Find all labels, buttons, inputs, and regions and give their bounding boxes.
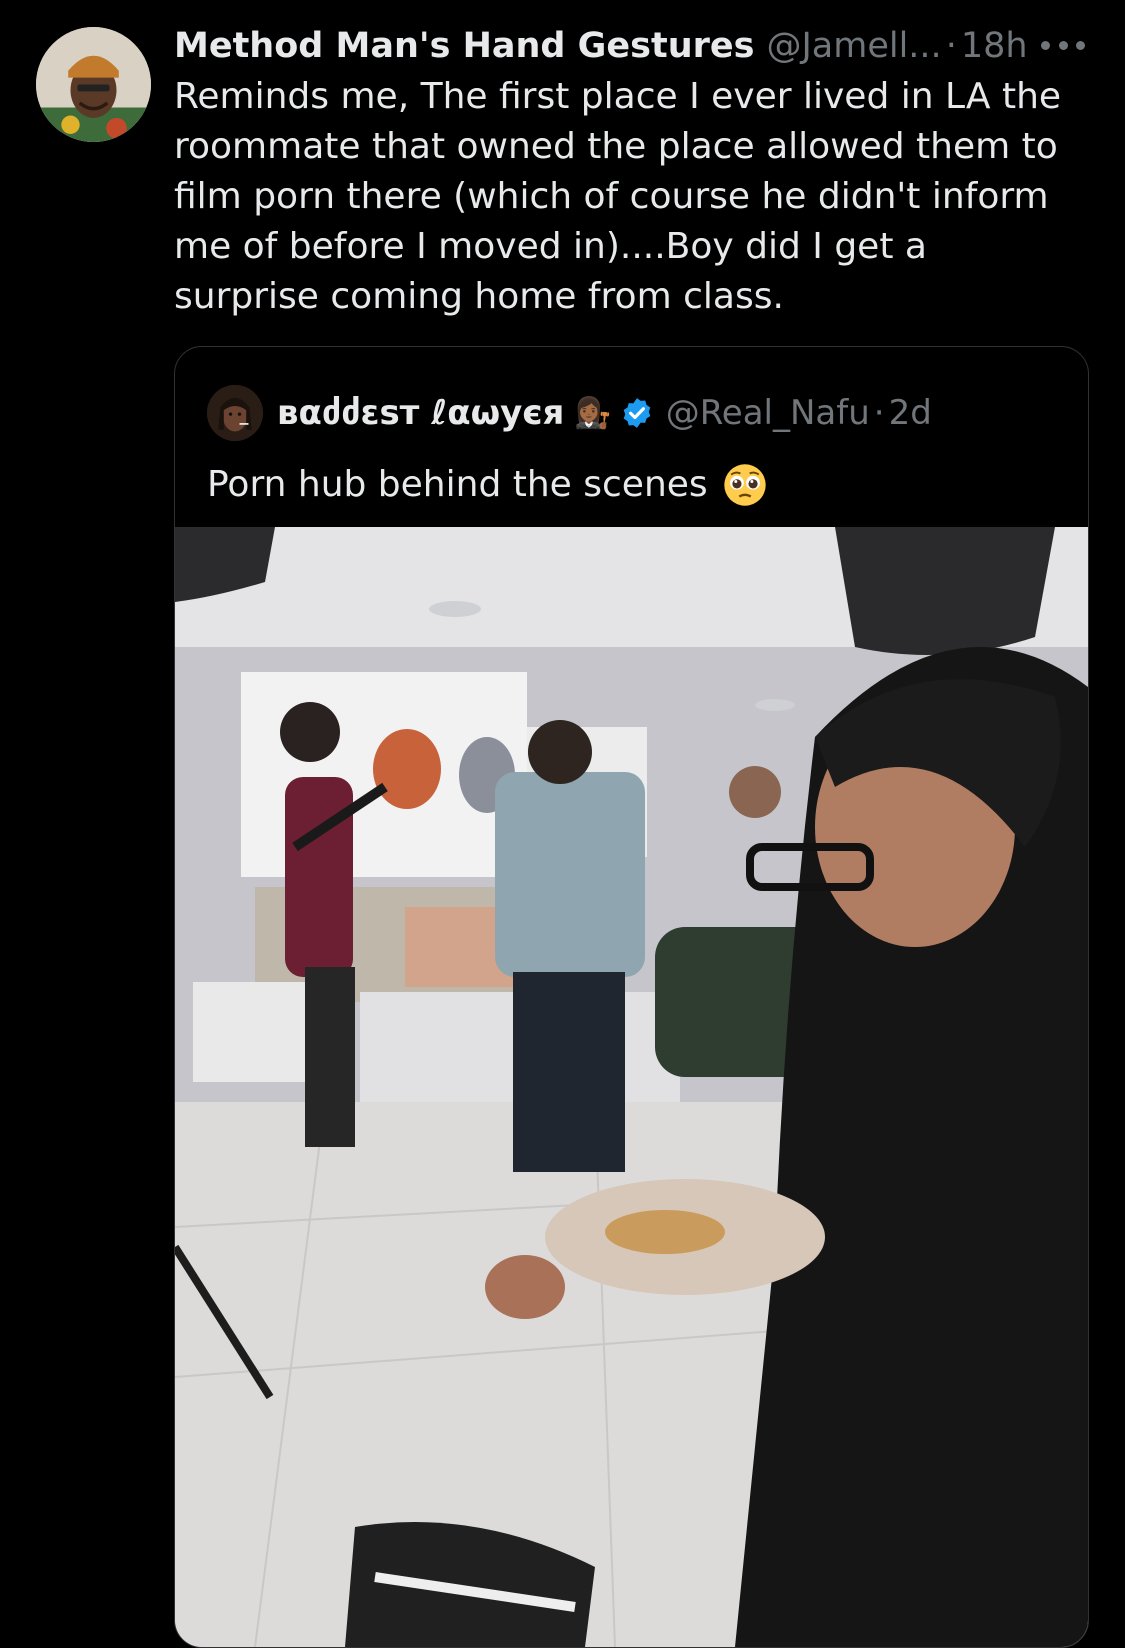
separator: · [945,26,957,66]
quoted-avatar[interactable] [207,385,263,441]
pleading-face-icon [722,462,768,508]
avatar[interactable] [36,27,151,142]
more-dot [1058,40,1068,50]
quoted-tweet-header: ʙαძძɛsт ℓαωуєя 👩🏾‍⚖️ @Real_Nafu · 2d [207,383,932,443]
separator: · [873,393,885,433]
tweet-header: Method Man's Hand Gestures @Jamell... · … [174,22,1074,70]
tweet-text: Reminds me, The first place I ever lived… [174,76,1073,317]
quoted-tweet[interactable]: ʙαძძɛsт ℓαωуєя 👩🏾‍⚖️ @Real_Nafu · 2d Por… [174,346,1089,1648]
avatar-image [36,27,151,142]
quoted-tweet-text-row: Porn hub behind the scenes [207,457,768,513]
more-dot [1076,40,1085,50]
handle[interactable]: @Jamell... [766,22,941,70]
quoted-avatar-image [207,385,263,441]
display-name[interactable]: Method Man's Hand Gestures [174,22,754,70]
more-dot [1041,40,1050,50]
timestamp[interactable]: 18h [961,22,1028,70]
media-photo [175,527,1088,1647]
quoted-timestamp[interactable]: 2d [889,393,932,433]
more-horizontal-icon[interactable] [1041,32,1085,58]
photo-icon[interactable] [175,527,1088,1647]
verified-badge-icon [620,396,654,430]
tweet[interactable]: Method Man's Hand Gestures @Jamell... · … [0,0,1125,1648]
judge-emoji-icon: 👩🏾‍⚖️ [574,395,612,431]
quoted-tweet-text: Porn hub behind the scenes [207,464,708,505]
quoted-display-name[interactable]: ʙαძძɛsт ℓαωуєя [277,393,564,433]
quoted-handle[interactable]: @Real_Nafu [666,393,870,433]
